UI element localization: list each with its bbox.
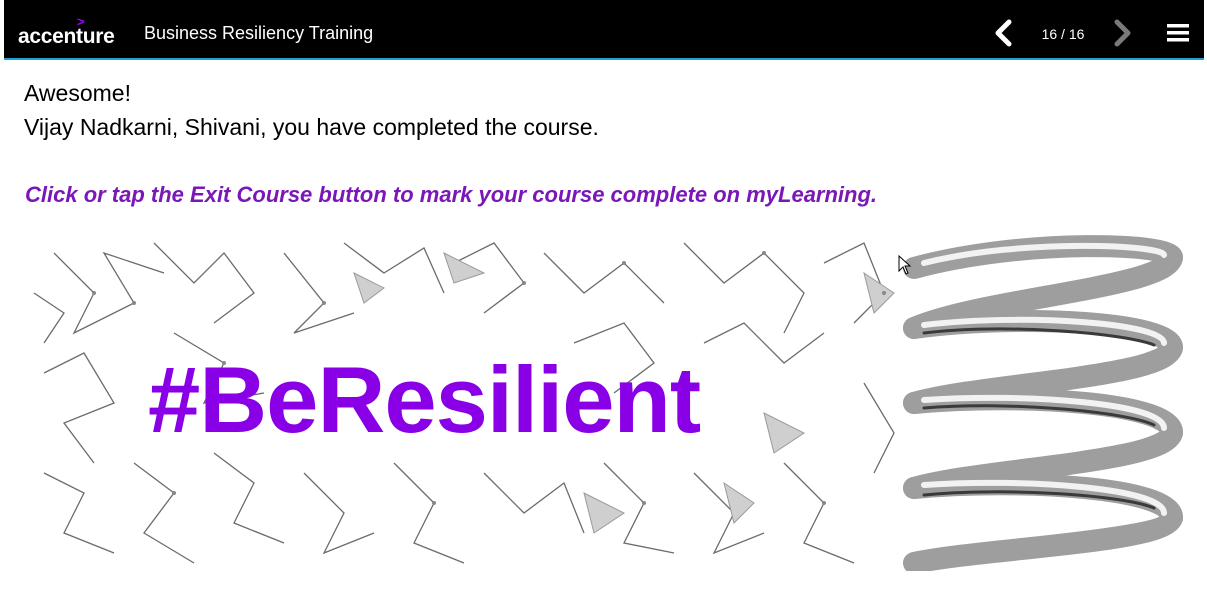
exit-instruction: Click or tap the Exit Course button to m…	[25, 182, 878, 207]
hamburger-menu-icon	[1167, 24, 1189, 42]
completion-message: Vijay Nadkarni, Shivani, you have comple…	[24, 114, 599, 140]
previous-page-button[interactable]	[990, 18, 1016, 48]
accenture-logo: accenture	[18, 25, 115, 48]
beresilient-banner: #BeResilient	[24, 233, 1184, 571]
top-bar-accent-line	[4, 58, 1204, 60]
chevron-right-icon	[1114, 19, 1131, 47]
chevron-left-icon	[995, 19, 1012, 47]
congrats-heading: Awesome!	[24, 80, 131, 106]
accenture-logo-mark: >	[77, 14, 85, 29]
menu-button[interactable]	[1165, 22, 1191, 44]
beresilient-text: #BeResilient	[148, 347, 701, 452]
page-counter: 16 / 16	[1041, 26, 1085, 42]
next-page-button[interactable]	[1110, 18, 1136, 48]
mouse-cursor-icon	[898, 255, 912, 275]
course-title: Business Resiliency Training	[144, 23, 374, 43]
